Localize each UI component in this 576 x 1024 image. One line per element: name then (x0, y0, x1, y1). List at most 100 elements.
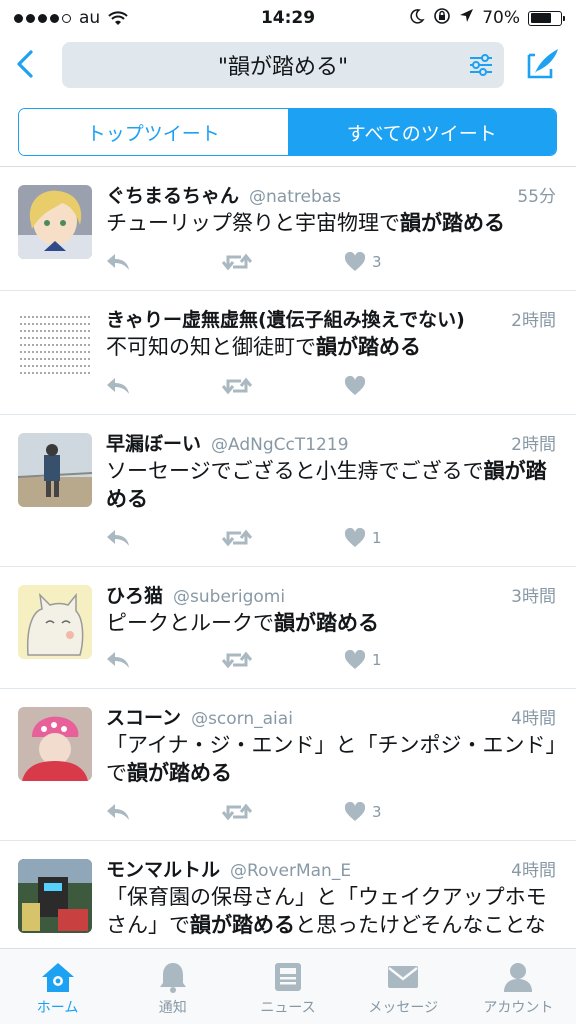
tweet-item[interactable]: ひろ猫 @suberigomi 3時間 ピークとルークで韻が踏める 1 (0, 567, 576, 689)
tweet-actions: 3 (106, 799, 406, 825)
battery-icon (528, 10, 565, 26)
reply-icon (107, 804, 129, 820)
avatar[interactable] (18, 585, 92, 659)
envelope-icon (388, 966, 419, 988)
moon-icon (409, 8, 425, 29)
tab-home-label: ホーム (36, 1000, 79, 1016)
like-count: 1 (372, 529, 382, 547)
reply-icon (107, 378, 129, 394)
bell-icon (159, 963, 186, 993)
reply-icon (107, 652, 129, 668)
search-query: "韻が踏める" (217, 55, 349, 80)
avatar[interactable] (18, 859, 92, 933)
tweet-item[interactable]: スコーン @scorn_aiai 4時間 「アイナ・ジ・エンド」と「チンポジ・エ… (0, 689, 576, 841)
retweet-button[interactable] (222, 249, 252, 275)
tweet-item[interactable]: きゃりー虚無虚無(遺伝子組み換えでない) 2時間 不可知の知と御徒町で韻が踏める (0, 291, 576, 415)
tweet-actions: 1 (106, 525, 406, 551)
retweet-icon (222, 529, 252, 547)
heart-icon (344, 802, 366, 821)
reply-button[interactable] (106, 647, 130, 673)
back-button[interactable] (10, 46, 40, 82)
reply-icon (107, 530, 129, 546)
author-handle[interactable]: @AdNgCcT1219 (211, 435, 349, 455)
author-handle[interactable]: @suberigomi (173, 587, 285, 607)
carrier-label: au (79, 8, 101, 28)
like-count: 3 (372, 253, 382, 271)
person-icon (504, 963, 533, 992)
heart-icon (344, 650, 366, 669)
location-arrow-icon (459, 8, 474, 28)
like-button[interactable] (344, 373, 372, 399)
tweet-item[interactable]: 早漏ぼーい @AdNgCcT1219 2時間 ソーセージでござると小生痔でござる… (0, 415, 576, 567)
retweet-button[interactable] (222, 373, 252, 399)
tab-news[interactable]: ニュース (230, 949, 345, 1024)
timestamp: 4時間 (511, 861, 556, 881)
tab-notifications[interactable]: 通知 (115, 949, 230, 1024)
like-count: 1 (372, 651, 382, 669)
reply-button[interactable] (106, 799, 130, 825)
tab-account-label: アカウント (483, 1000, 554, 1016)
retweet-button[interactable] (222, 799, 252, 825)
tweet-actions: 1 (106, 647, 406, 673)
avatar[interactable] (18, 185, 92, 259)
search-highlight: 韻が踏める (190, 913, 295, 937)
avatar[interactable] (18, 433, 92, 507)
tab-notifications-label: 通知 (158, 1000, 187, 1016)
author-handle[interactable]: @RoverMan_E (230, 861, 351, 881)
tweet-text: 不可知の知と御徒町で韻が踏める (106, 335, 421, 359)
reply-button[interactable] (106, 249, 130, 275)
author-name[interactable]: モンマルトル (106, 855, 220, 882)
author-handle[interactable]: @scorn_aiai (191, 709, 293, 729)
tweet-item[interactable]: ぐちまるちゃん @natrebas 55分 チューリップ祭りと宇宙物理で韻が踏め… (0, 167, 576, 291)
reply-button[interactable] (106, 525, 130, 551)
search-highlight: 韻が踏める (274, 611, 379, 635)
timestamp: 2時間 (511, 311, 556, 331)
like-button[interactable]: 3 (344, 799, 382, 825)
like-button[interactable]: 1 (344, 525, 382, 551)
timestamp: 55分 (517, 187, 556, 207)
timestamp: 4時間 (511, 709, 556, 729)
tweet-actions: 3 (106, 249, 406, 275)
home-icon (41, 963, 74, 992)
status-bar: au 14:29 70% (0, 0, 576, 36)
author-name[interactable]: 早漏ぼーい (106, 429, 201, 456)
tweet-text: ピークとルークで韻が踏める (106, 611, 379, 635)
tweet-text: ソーセージでござると小生痔でござるで韻が踏める (106, 459, 547, 511)
search-highlight: 韻が踏める (400, 211, 505, 235)
avatar[interactable] (18, 707, 92, 781)
tab-messages-label: メッセージ (368, 1000, 439, 1016)
search-header: "韻が踏める" (0, 36, 576, 92)
author-name[interactable]: ひろ猫 (106, 581, 163, 608)
filter-sliders-icon (470, 54, 492, 76)
retweet-button[interactable] (222, 647, 252, 673)
retweet-icon (222, 803, 252, 821)
tweet-actions (106, 373, 406, 399)
author-name[interactable]: スコーン (106, 703, 181, 730)
retweet-button[interactable] (222, 525, 252, 551)
tab-bar: ホーム 通知 ニュース メッセージ アカウント (0, 948, 576, 1024)
tweet-text: 「アイナ・ジ・エンド」と「チンポジ・エンド」で韻が踏める (106, 733, 557, 785)
retweet-icon (222, 651, 252, 669)
tweet-item[interactable]: モンマルトル @RoverMan_E 4時間 「保育園の保母さん」と「ウェイクア… (0, 841, 576, 948)
retweet-icon (222, 253, 252, 271)
tab-messages[interactable]: メッセージ (346, 949, 461, 1024)
search-field[interactable]: "韻が踏める" (62, 42, 504, 88)
avatar[interactable] (18, 309, 92, 383)
tab-top-tweets[interactable]: トップツイート (19, 109, 288, 155)
tab-home[interactable]: ホーム (0, 949, 115, 1024)
author-handle[interactable]: @natrebas (249, 187, 341, 207)
author-name[interactable]: ぐちまるちゃん (106, 181, 239, 208)
reply-button[interactable] (106, 373, 130, 399)
search-highlight: 韻が踏める (316, 335, 421, 359)
tab-all-tweets[interactable]: すべてのツイート (287, 109, 556, 155)
compose-button[interactable] (524, 44, 562, 82)
filter-button[interactable] (468, 52, 494, 78)
like-button[interactable]: 1 (344, 647, 382, 673)
author-name[interactable]: きゃりー虚無虚無(遺伝子組み換えでない) (106, 305, 465, 332)
heart-icon (344, 376, 366, 395)
news-icon (275, 963, 301, 991)
tab-account[interactable]: アカウント (461, 949, 576, 1024)
cell-signal-icon (14, 13, 71, 23)
like-count: 3 (372, 803, 382, 821)
like-button[interactable]: 3 (344, 249, 382, 275)
